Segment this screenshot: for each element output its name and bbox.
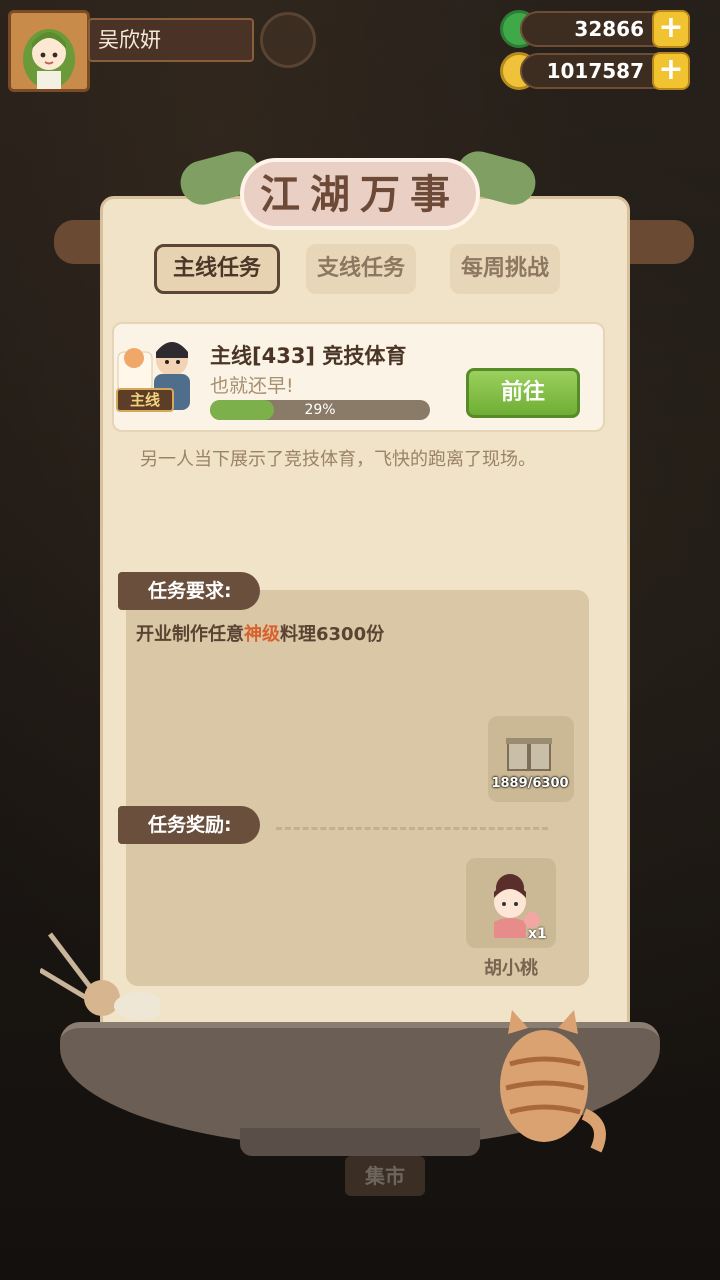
reward-item-name: 胡小桃 bbox=[484, 958, 538, 979]
quest-subtitle: 也就还早! bbox=[210, 375, 294, 397]
bowl-base bbox=[240, 1128, 480, 1156]
reward-quantity: x1 bbox=[528, 926, 547, 942]
quest-progress-bar: 29% bbox=[210, 400, 430, 420]
cat-decoration bbox=[500, 1010, 606, 1153]
event-icon[interactable] bbox=[260, 12, 316, 68]
main-quest-tag: 主线 bbox=[116, 388, 174, 412]
requirement-text-before: 开业制作任意 bbox=[136, 624, 244, 645]
player-name: 吴欣妍 bbox=[88, 18, 254, 62]
requirement-text-highlight: 神级 bbox=[244, 624, 280, 645]
panel-title-banner: 江湖万事 bbox=[175, 146, 541, 238]
requirement-text: 开业制作任意神级料理6300份 bbox=[136, 620, 384, 646]
avatar-portrait-icon bbox=[11, 13, 87, 89]
quest-title: 主线[433] 竞技体育 bbox=[210, 344, 407, 368]
tab-weekly-challenge[interactable]: 每周挑战 bbox=[450, 244, 560, 294]
dumpling-decoration bbox=[40, 932, 160, 1020]
requirement-item-count: 1889/6300 bbox=[491, 776, 569, 791]
requirement-text-after: 料理6300份 bbox=[280, 624, 385, 645]
tab-side-quest[interactable]: 支线任务 bbox=[306, 244, 416, 294]
tab-main-quest[interactable]: 主线任务 bbox=[154, 244, 280, 294]
panel-title: 江湖万事 bbox=[260, 171, 460, 218]
section-divider bbox=[276, 827, 548, 830]
add-jade-button[interactable]: + bbox=[652, 10, 690, 48]
player-avatar[interactable] bbox=[8, 10, 90, 92]
progress-label: 29% bbox=[304, 402, 336, 418]
goto-button[interactable]: 前往 bbox=[466, 368, 580, 418]
quest-description: 另一人当下展示了竞技体育，飞快的跑离了现场。 bbox=[140, 449, 536, 470]
reward-header: 任务奖励: bbox=[118, 806, 260, 844]
add-coin-button[interactable]: + bbox=[652, 52, 690, 90]
requirement-header: 任务要求: bbox=[118, 572, 260, 610]
market-button[interactable]: 集市 bbox=[345, 1156, 425, 1196]
